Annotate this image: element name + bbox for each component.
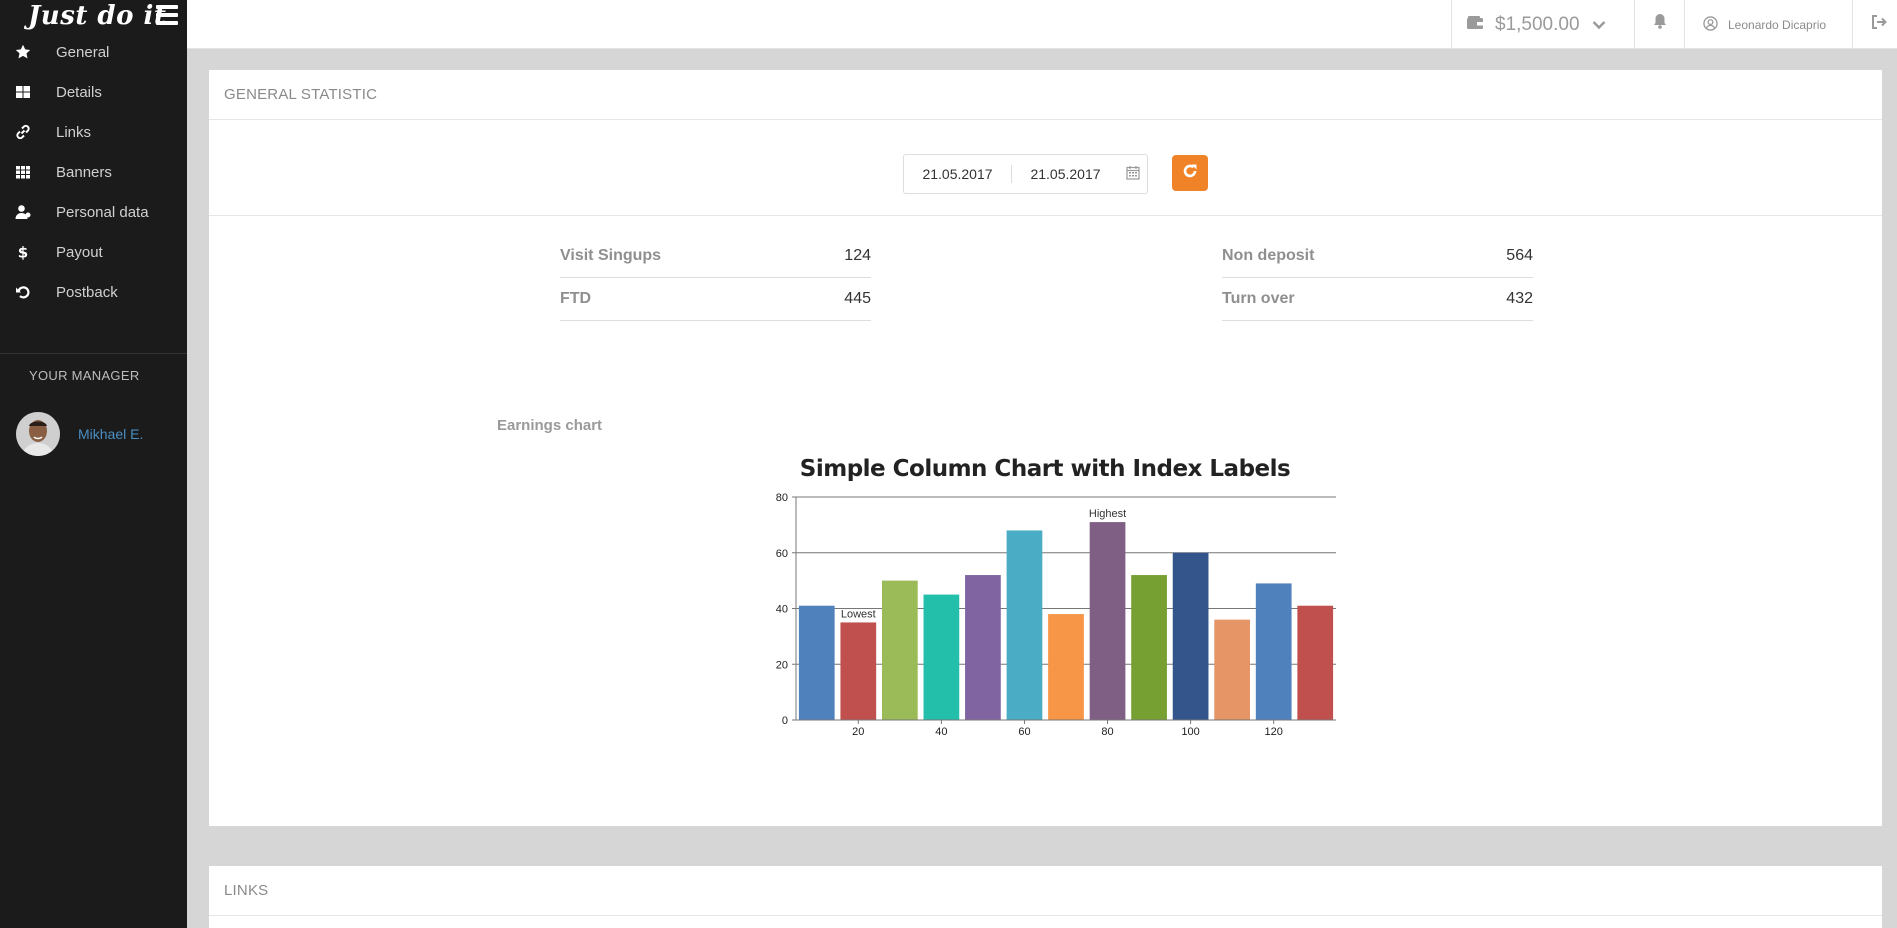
x-tick-label: 80 [1101,726,1113,738]
y-tick-label: 60 [776,548,788,560]
user-name: Leonardo Dicaprio [1728,17,1827,32]
y-tick-label: 20 [776,659,788,671]
stat-label: Non deposit [1222,247,1315,264]
user-circle-icon [1703,15,1718,34]
dollar-icon: $ [0,244,56,260]
y-tick-label: 40 [776,604,788,616]
stat-label: Visit Singups [560,247,662,264]
sidebar-item-general[interactable]: General [0,32,187,72]
chart-bar [1172,552,1209,720]
topbar-divider [1852,0,1853,49]
user-icon [0,204,56,220]
index-label: Lowest [841,608,876,620]
stats-right-group: Non deposit 564 Turn over 432 [1222,235,1533,321]
sidebar-item-label: Personal data [56,203,149,221]
manager-avatar[interactable] [16,412,60,456]
sidebar-item-label: Links [56,123,92,141]
star-icon [0,44,56,60]
chart-bar [965,575,1001,720]
balance-amount: $1,500.00 [1495,13,1580,35]
calendar-icon[interactable] [1126,165,1140,183]
stat-value: 124 [844,247,871,264]
user-menu[interactable]: Leonardo Dicaprio [1703,0,1826,49]
link-icon [0,124,56,140]
sidebar-item-personal-data[interactable]: Personal data [0,192,187,232]
x-tick-label: 60 [1018,726,1030,738]
stat-row-non-deposit: Non deposit 564 [1222,235,1533,278]
chart-title: Simple Column Chart with Index Labels [799,456,1291,482]
sidebar-item-postback[interactable]: Postback [0,272,187,312]
stat-row-turn-over: Turn over 432 [1222,278,1533,321]
stat-label: Turn over [1222,290,1295,307]
y-tick-label: 0 [782,715,788,727]
sidebar-item-label: Payout [56,243,103,261]
refresh-icon [1181,162,1199,185]
chart-bar [1006,530,1043,720]
stat-value: 432 [1506,290,1533,307]
brand-name: Just do it [28,1,167,31]
general-statistic-panel: GENERAL STATISTIC 21.05.2017 21.05.2017 … [209,70,1882,826]
stats-left-group: Visit Singups 124 FTD 445 [560,235,871,321]
topbar-divider [1684,0,1685,49]
panel-title: GENERAL STATISTIC [209,70,1882,120]
sidebar-nav: General Details Links Banners Personal d… [0,32,187,312]
x-tick-label: 120 [1265,726,1283,738]
sidebar-item-payout[interactable]: $ Payout [0,232,187,272]
stat-label: FTD [560,290,592,307]
svg-text:$: $ [18,244,28,260]
sidebar-item-links[interactable]: Links [0,112,187,152]
sidebar-item-label: Details [56,83,102,101]
chevron-down-icon [1592,14,1606,36]
bell-icon[interactable] [1653,13,1667,34]
manager-name-link[interactable]: Mikhael E. [78,426,143,442]
chart-bar [798,605,835,720]
balance-dropdown[interactable]: $1,500.00 [1467,0,1606,49]
sidebar-item-label: Postback [56,283,118,301]
grid-large-icon [0,164,56,180]
x-tick-label: 40 [935,726,947,738]
menu-toggle-icon[interactable] [156,5,178,25]
chart-bar [923,594,960,720]
index-label: Highest [1089,508,1126,520]
top-bar: $1,500.00 Leonardo Dicaprio [187,0,1897,49]
stat-value: 445 [844,290,871,307]
date-to-field[interactable]: 21.05.2017 [1012,166,1119,182]
undo-icon [0,284,56,300]
stat-row-ftd: FTD 445 [560,278,871,321]
chart-bar [1048,614,1084,720]
wallet-icon [1467,14,1483,36]
chart-bar [1214,619,1251,720]
sidebar-item-details[interactable]: Details [0,72,187,112]
chart-bar [881,580,918,720]
chart-bar [1255,583,1292,720]
x-tick-label: 20 [852,726,864,738]
chart-bar [1089,522,1126,720]
stat-row-visit-signups: Visit Singups 124 [560,235,871,278]
logout-icon[interactable] [1871,14,1887,35]
x-tick-label: 100 [1181,726,1199,738]
chart-bar [840,622,877,720]
grid-icon [0,84,56,100]
manager-section-title: YOUR MANAGER [29,368,140,383]
sidebar-divider [0,353,187,354]
sidebar-item-banners[interactable]: Banners [0,152,187,192]
date-range-picker[interactable]: 21.05.2017 21.05.2017 [903,154,1148,194]
panel-title: LINKS [209,866,1882,916]
sidebar-item-label: General [56,43,110,61]
topbar-divider [1451,0,1452,49]
earnings-chart: Simple Column Chart with Index Labels 0 2… [745,456,1345,766]
earnings-chart-title: Earnings chart [497,417,603,434]
links-panel: LINKS [209,866,1882,928]
refresh-button[interactable] [1172,155,1208,191]
topbar-divider [1634,0,1635,49]
stat-value: 564 [1506,247,1533,264]
chart-plot: 0 20 40 60 80 Lowest Highest 20 40 60 80 100 120 [776,492,1336,738]
y-tick-label: 80 [776,492,788,504]
sidebar-item-label: Banners [56,163,112,181]
date-from-field[interactable]: 21.05.2017 [904,166,1011,182]
chart-bar [1131,575,1167,720]
chart-bar [1297,605,1334,720]
sidebar: Just do it General Details Links Banners… [0,0,187,928]
